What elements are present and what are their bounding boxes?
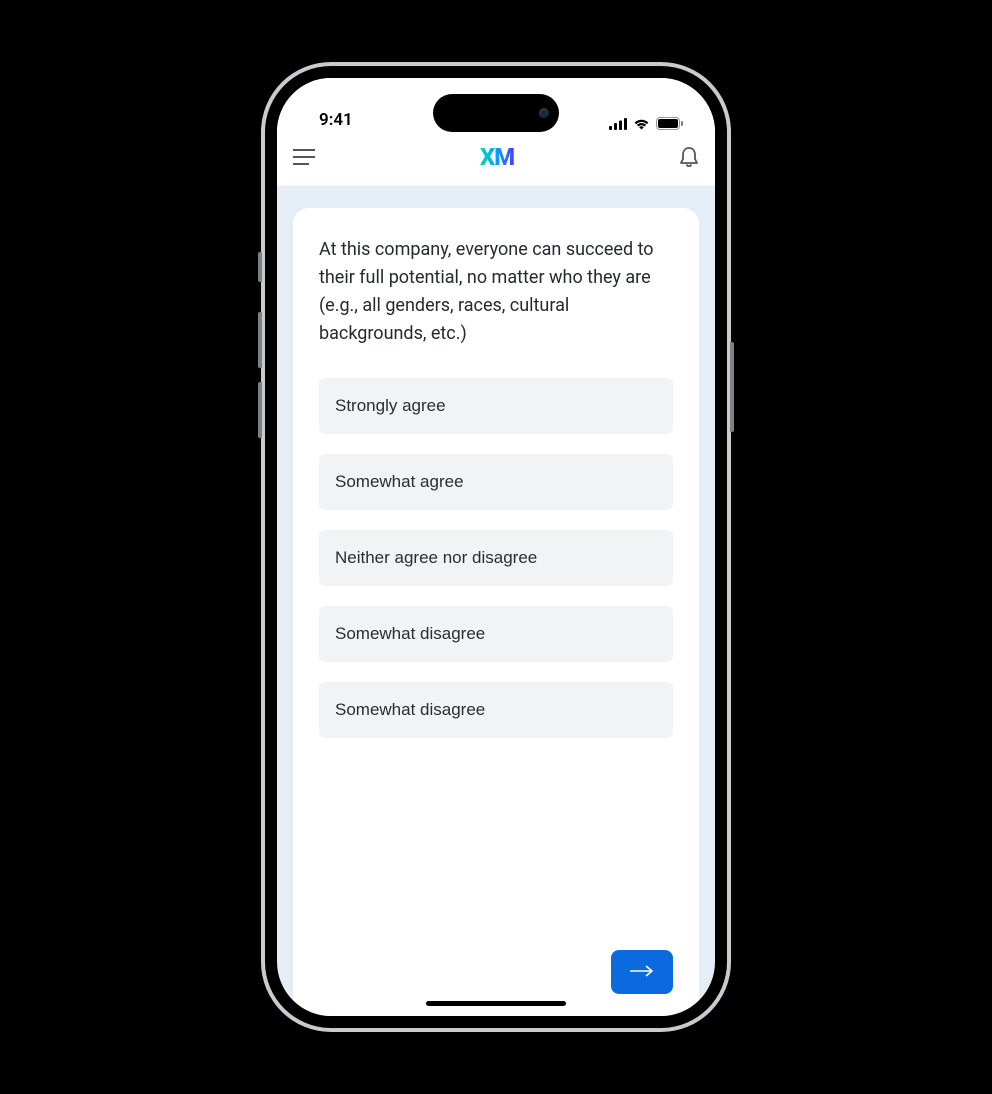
option-neither[interactable]: Neither agree nor disagree xyxy=(319,530,673,586)
status-time: 9:41 xyxy=(319,110,353,130)
question-text: At this company, everyone can succeed to… xyxy=(319,236,673,348)
option-strongly-agree[interactable]: Strongly agree xyxy=(319,378,673,434)
cellular-icon xyxy=(609,118,627,130)
app-header: XM xyxy=(277,134,715,186)
wifi-icon xyxy=(633,118,650,130)
next-button[interactable] xyxy=(611,950,673,994)
side-button xyxy=(730,342,734,432)
phone-frame: 9:41 XM xyxy=(261,62,731,1032)
option-somewhat-agree[interactable]: Somewhat agree xyxy=(319,454,673,510)
side-button xyxy=(258,252,262,282)
status-indicators xyxy=(609,117,683,130)
option-somewhat-disagree-2[interactable]: Somewhat disagree xyxy=(319,682,673,738)
options-list: Strongly agree Somewhat agree Neither ag… xyxy=(319,378,673,738)
option-somewhat-disagree[interactable]: Somewhat disagree xyxy=(319,606,673,662)
side-button xyxy=(258,312,262,368)
survey-card: At this company, everyone can succeed to… xyxy=(293,208,699,1016)
camera-icon xyxy=(539,108,549,118)
app-logo: XM xyxy=(480,143,514,171)
content-area: At this company, everyone can succeed to… xyxy=(277,186,715,1016)
menu-icon[interactable] xyxy=(293,149,315,165)
dynamic-island xyxy=(433,94,559,132)
card-footer xyxy=(319,930,673,994)
phone-screen: 9:41 XM xyxy=(277,78,715,1016)
notification-bell-icon[interactable] xyxy=(679,146,699,168)
arrow-right-icon xyxy=(629,965,655,980)
home-indicator[interactable] xyxy=(426,1001,566,1006)
battery-icon xyxy=(656,117,683,130)
side-button xyxy=(258,382,262,438)
